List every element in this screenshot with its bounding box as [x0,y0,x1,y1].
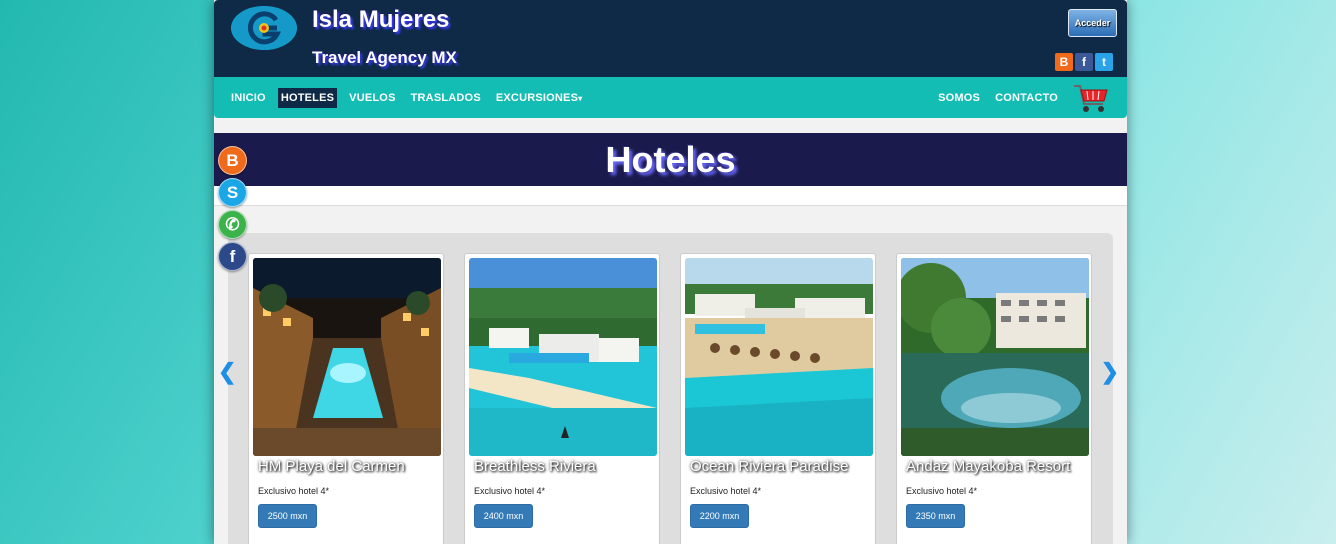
nav-inicio[interactable]: INICIO [228,88,269,108]
hotel-image[interactable] [685,258,873,456]
shopping-cart-icon[interactable] [1073,82,1109,114]
hotel-card[interactable]: Breathless Riviera Exclusivo hotel 4* 24… [464,253,660,544]
price-button[interactable]: 2500 mxn [258,504,317,528]
nav-vuelos[interactable]: VUELOS [346,88,398,108]
page-banner: Hoteles [214,133,1127,186]
price-button[interactable]: 2400 mxn [474,504,533,528]
nav-contacto[interactable]: CONTACTO [992,88,1061,108]
chevron-left-icon[interactable]: ❮ [218,359,236,385]
nav-right-group: SOMOS CONTACTO [921,77,1061,118]
facebook-icon[interactable]: f [218,242,247,271]
page-title: Hoteles [605,139,736,180]
hotel-description: Exclusivo hotel 4* [258,486,330,496]
hotel-carousel: ❮ ❯ HM Playa del Carmen Exclusivo hotel … [218,233,1119,544]
page-container: Isla Mujeres Travel Agency MX Acceder B … [214,0,1127,544]
price-button[interactable]: 2350 mxn [906,504,965,528]
logo[interactable] [231,6,297,50]
nav-hoteles[interactable]: HOTELES [277,87,338,108]
site-title: Isla Mujeres [312,6,450,33]
floating-social-bar: B S ✆ f [218,146,247,271]
nav-somos[interactable]: SOMOS [935,88,983,108]
nav-traslados[interactable]: TRASLADOS [408,88,484,108]
twitter-icon[interactable]: t [1095,53,1113,71]
main-nav: INICIO HOTELES VUELOS TRASLADOS EXCURSIO… [214,77,1127,118]
blogger-icon[interactable]: B [218,146,247,175]
hotel-image[interactable] [469,258,657,456]
skype-icon[interactable]: S [218,178,247,207]
hotel-name[interactable]: HM Playa del Carmen [258,458,405,475]
hotel-card[interactable]: HM Playa del Carmen Exclusivo hotel 4* 2… [248,253,444,544]
blogger-icon[interactable]: B [1055,53,1073,71]
divider [214,186,1127,206]
site-header: Isla Mujeres Travel Agency MX Acceder B … [214,0,1127,77]
facebook-icon[interactable]: f [1075,53,1093,71]
hotel-card[interactable]: Andaz Mayakoba Resort Exclusivo hotel 4*… [896,253,1092,544]
login-button[interactable]: Acceder [1068,9,1117,37]
site-subtitle: Travel Agency MX [312,48,457,67]
hotel-name[interactable]: Breathless Riviera [474,458,596,475]
caret-down-icon: ▾ [578,93,583,103]
hotel-image[interactable] [253,258,441,456]
hotel-description: Exclusivo hotel 4* [906,486,978,496]
nav-excursiones-label: EXCURSIONES [495,91,579,104]
price-button[interactable]: 2200 mxn [690,504,749,528]
hotel-card[interactable]: Ocean Riviera Paradise Exclusivo hotel 4… [680,253,876,544]
hotel-description: Exclusivo hotel 4* [474,486,546,496]
hotel-description: Exclusivo hotel 4* [690,486,762,496]
chevron-right-icon[interactable]: ❯ [1101,359,1119,385]
hotel-name[interactable]: Ocean Riviera Paradise [690,458,848,475]
whatsapp-icon[interactable]: ✆ [218,210,247,239]
hotel-image[interactable] [901,258,1089,456]
header-social-links: B f t [1055,53,1113,71]
nav-excursiones[interactable]: EXCURSIONES▾ [493,88,586,108]
hotel-name[interactable]: Andaz Mayakoba Resort [906,458,1070,475]
